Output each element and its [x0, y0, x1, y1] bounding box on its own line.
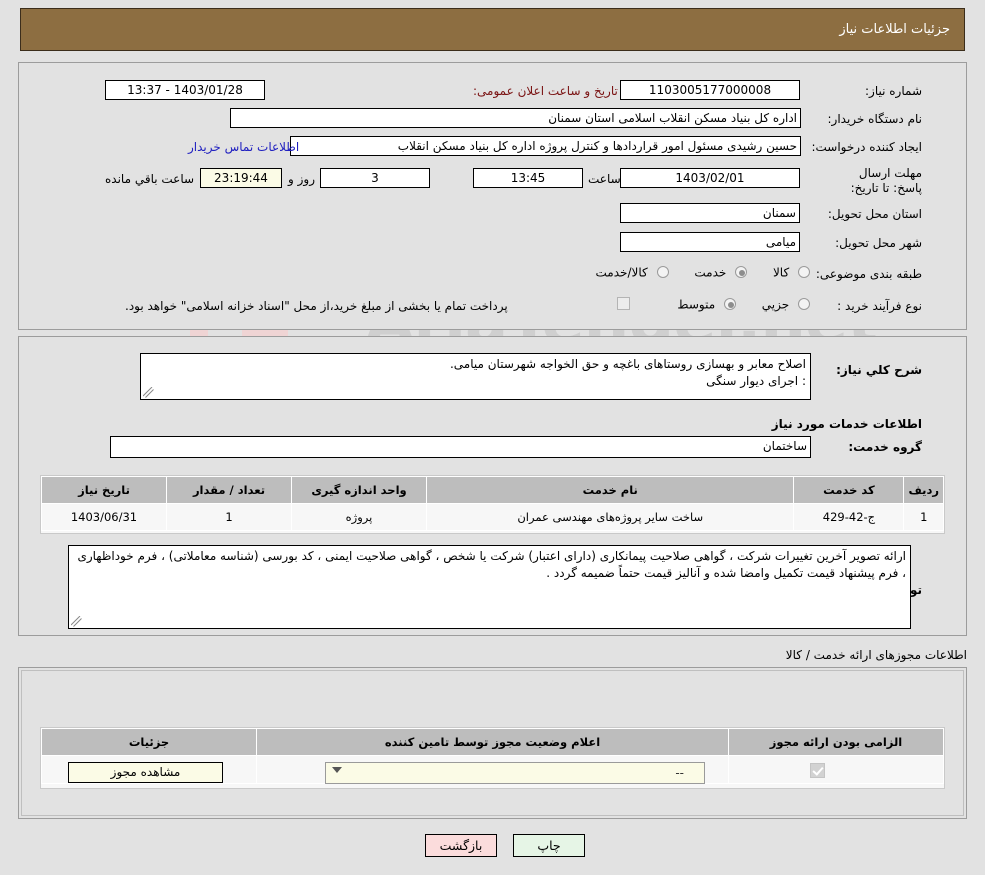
public-announce-label: تاریخ و ساعت اعلان عمومی:	[473, 84, 618, 98]
buyer-contact-link[interactable]: اطلاعات تماس خریدار	[188, 140, 299, 154]
city-label: شهر محل تحویل:	[835, 236, 922, 250]
cell-qty: 1	[166, 503, 292, 531]
category-label: طبقه بندی موضوعی:	[815, 267, 922, 281]
category-radio-kala[interactable]: کالا	[773, 265, 810, 280]
category-radio-khedmat[interactable]: خدمت	[694, 265, 748, 280]
public-announce-value: 1403/01/28 - 13:37	[105, 80, 265, 100]
request-info-panel	[18, 62, 967, 330]
description-textarea[interactable]: اصلاح معابر و بهسازی روستاهای باغچه و حق…	[140, 353, 811, 400]
col-qty: تعداد / مقدار	[166, 476, 292, 504]
radio-dot-icon[interactable]	[656, 266, 669, 279]
category-radio-kala-khedmat[interactable]: کالا/خدمت	[596, 265, 669, 280]
resize-grip-icon[interactable]	[71, 616, 82, 627]
category-radio-group[interactable]: کالا خدمت کالا/خدمت	[574, 265, 810, 280]
process-label: نوع فرآیند خرید :	[837, 299, 922, 313]
col-name: نام خدمت	[425, 476, 795, 504]
page-root: AriaTender.net جزئیات اطلاعات نیاز شماره…	[0, 0, 985, 875]
category-radio-khedmat-label: خدمت	[694, 265, 727, 280]
deadline-hour-label: ساعت	[588, 172, 621, 186]
remaining-days-label: روز و	[288, 172, 315, 186]
services-table: ردیف کد خدمت نام خدمت واحد اندازه گیری ت…	[41, 476, 944, 531]
print-button[interactable]: چاپ	[513, 834, 585, 857]
description-label: شرح کلي نیاز:	[836, 363, 922, 377]
license-status-select[interactable]: --	[325, 762, 705, 784]
cell-row: 1	[903, 503, 944, 531]
cell-required	[728, 755, 944, 784]
service-group-label: گروه خدمت:	[848, 440, 922, 454]
col-unit: واحد اندازه گیری	[291, 476, 427, 504]
col-status: اعلام وضعیت مجوز توسط تامین کننده	[256, 728, 729, 756]
buyer-notes-value: ارائه تصویر آخرین تغییرات شرکت ، گواهی ص…	[77, 549, 906, 580]
col-date: تاریخ نیاز	[41, 476, 167, 504]
deadline-hour-value: 13:45	[473, 168, 583, 188]
radio-dot-icon[interactable]	[798, 266, 810, 279]
process-radio-motevaset-label: متوسط	[677, 297, 716, 312]
process-radio-jozi[interactable]: جزیي	[762, 297, 810, 312]
license-required-checkbox	[810, 763, 825, 778]
treasury-checkbox[interactable]	[617, 297, 630, 310]
deadline-label: مهلت ارسال پاسخ: تا تاریخ:	[850, 166, 922, 195]
process-radio-jozi-label: جزیي	[761, 297, 790, 312]
back-button[interactable]: بازگشت	[425, 834, 497, 857]
need-number-label: شماره نیاز:	[865, 84, 922, 98]
cell-name: ساخت سایر پروژه‌های مهندسی عمران	[425, 503, 795, 531]
buyer-org-label: نام دستگاه خریدار:	[827, 112, 923, 126]
category-radio-kala-khedmat-label: کالا/خدمت	[595, 265, 648, 280]
view-license-button[interactable]: مشاهده مجوز	[68, 762, 223, 783]
cell-date: 1403/06/31	[41, 503, 167, 531]
services-table-header-row: ردیف کد خدمت نام خدمت واحد اندازه گیری ت…	[41, 476, 944, 504]
buyer-notes-textarea[interactable]: ارائه تصویر آخرین تغییرات شرکت ، گواهی ص…	[68, 545, 911, 629]
buyer-org-value: اداره کل بنیاد مسکن انقلاب اسلامی استان …	[230, 108, 801, 128]
services-section-title: اطلاعات خدمات مورد نیاز	[771, 417, 922, 431]
province-label: استان محل تحویل:	[827, 207, 922, 221]
license-status-value: --	[675, 766, 684, 780]
remaining-days-value: 3	[320, 168, 430, 188]
chevron-down-icon[interactable]	[332, 767, 342, 773]
remaining-time-suffix: ساعت باقي مانده	[105, 172, 195, 186]
creator-value: حسین رشیدی مسئول امور قراردادها و کنترل …	[290, 136, 801, 156]
radio-dot-selected-icon[interactable]	[723, 298, 736, 311]
col-row: ردیف	[903, 476, 944, 504]
process-radio-motevaset[interactable]: متوسط	[677, 297, 736, 312]
city-value: میامی	[620, 232, 800, 252]
col-required: الزامی بودن ارائه مجوز	[728, 728, 944, 756]
page-title: جزئیات اطلاعات نیاز	[839, 22, 950, 37]
province-value: سمنان	[620, 203, 800, 223]
deadline-date-value: 1403/02/01	[620, 168, 800, 188]
treasury-note-label: پرداخت تمام یا بخشی از مبلغ خرید،از محل …	[125, 299, 508, 313]
cell-unit: پروژه	[291, 503, 427, 531]
need-number-value: 1103005177000008	[620, 80, 800, 100]
remaining-time-value: 23:19:44	[200, 168, 282, 188]
col-code: کد خدمت	[793, 476, 905, 504]
resize-grip-icon[interactable]	[143, 387, 154, 398]
col-details: جزئیات	[41, 728, 257, 756]
licenses-table-header-row: الزامی بودن ارائه مجوز اعلام وضعیت مجوز …	[41, 728, 944, 756]
page-header-bar: جزئیات اطلاعات نیاز	[20, 8, 965, 51]
category-radio-kala-label: کالا	[772, 265, 790, 280]
description-value: اصلاح معابر و بهسازی روستاهای باغچه و حق…	[449, 357, 806, 388]
process-radio-group[interactable]: جزیي متوسط	[655, 297, 810, 312]
cell-code: ج-42-429	[793, 503, 905, 531]
table-row: 1 ج-42-429 ساخت سایر پروژه‌های مهندسی عم…	[41, 503, 944, 531]
radio-dot-icon[interactable]	[798, 298, 810, 311]
radio-dot-selected-icon[interactable]	[735, 266, 748, 279]
service-group-value: ساختمان	[110, 436, 811, 458]
creator-label: ایجاد کننده درخواست:	[811, 140, 922, 154]
licenses-section-title: اطلاعات مجوزهای ارائه خدمت / کالا	[785, 648, 967, 662]
